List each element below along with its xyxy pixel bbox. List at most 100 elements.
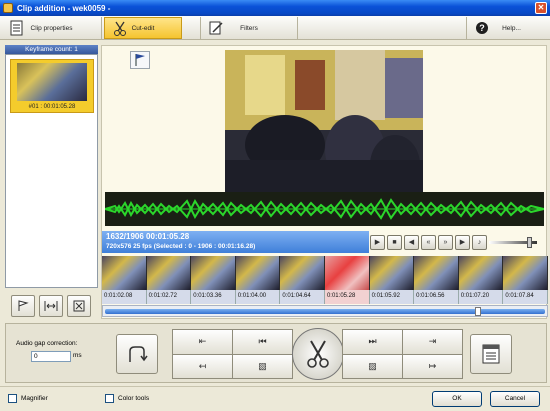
video-frame[interactable] <box>225 50 423 194</box>
cut-controls-panel: Audio gap correction: 0 ms ⇤ ⏮ ↤ ▧ ⏭ ⇥ ▨… <box>5 323 547 383</box>
timeline-tick: 0:01:02.72 <box>146 290 192 304</box>
clip-properties-label: Clip properties <box>30 24 73 32</box>
timeline-tick: 0:01:03.36 <box>191 290 236 304</box>
play-button[interactable]: ▶ <box>370 234 385 250</box>
add-keyframe-button[interactable] <box>11 295 35 317</box>
set-start-button[interactable]: ⇤ <box>173 330 232 354</box>
app-icon <box>3 3 13 13</box>
flag-icon <box>18 300 29 311</box>
magnifier-checkbox-box[interactable] <box>8 394 17 403</box>
delete-keyframe-button[interactable] <box>67 295 91 317</box>
footer-bar: Magnifier Color tools OK Cancel <box>0 386 550 411</box>
rewind-button[interactable]: « <box>421 234 436 250</box>
volume-knob[interactable] <box>527 237 532 248</box>
audio-gap-input[interactable]: 0 <box>31 351 71 362</box>
scroll-thumb[interactable] <box>475 307 481 316</box>
stop-button[interactable]: ■ <box>387 234 402 250</box>
timeline-tick: 0:01:02.08 <box>102 290 147 304</box>
timeline-scrollbar[interactable] <box>102 305 548 317</box>
video-frame-image <box>225 50 423 194</box>
position-info-bar: 1632/1906 00:01:05.28 720x576 25 fps (Se… <box>102 231 369 253</box>
window-title: Clip addition - wek0059 - <box>17 3 111 13</box>
timeline-frame[interactable] <box>458 256 504 290</box>
volume-slider[interactable] <box>489 235 537 249</box>
tab-filters[interactable]: Filters <box>200 17 298 39</box>
audio-waveform[interactable] <box>104 192 545 226</box>
keyframe-buttons <box>5 295 98 319</box>
keyframe-panel: Keyframe count: 1 #01 : 00:01:05.28 <box>5 45 98 320</box>
tab-cut-edit[interactable]: Cut-edit <box>104 17 182 39</box>
timeline-tick: 0:01:06.56 <box>414 290 459 304</box>
undo-button[interactable] <box>116 334 158 374</box>
cut-edit-label: Cut-edit <box>131 24 155 32</box>
flag-button[interactable] <box>130 51 150 69</box>
range-keyframe-button[interactable] <box>39 295 63 317</box>
delete-icon <box>73 300 85 312</box>
timeline-thumbnails <box>102 256 548 290</box>
set-end-button[interactable]: ⇥ <box>403 330 462 354</box>
waveform-graph <box>104 198 545 220</box>
left-cut-grid: ⇤ ⏮ ↤ ▧ <box>172 329 293 379</box>
cancel-button[interactable]: Cancel <box>490 391 540 407</box>
ok-button[interactable]: OK <box>432 391 482 407</box>
audio-gap-unit: ms <box>73 352 82 359</box>
volume-icon[interactable]: ♪ <box>472 234 487 250</box>
keyframe-list[interactable]: #01 : 00:01:05.28 <box>5 54 98 288</box>
magnifier-label: Magnifier <box>21 395 48 402</box>
trim-end-button[interactable]: ▨ <box>343 354 402 378</box>
playback-controls: ▶ ■ ◀ « » ▶ ♪ <box>370 232 546 252</box>
timeline-strip[interactable]: 0:01:02.08 0:01:02.72 0:01:03.36 0:01:04… <box>102 256 548 304</box>
cut-list-button[interactable] <box>470 334 512 374</box>
color-tools-checkbox-box[interactable] <box>105 394 114 403</box>
move-start-left-button[interactable]: ↤ <box>173 354 232 378</box>
timeline-tick-current: 0:01:05.28 <box>324 290 370 304</box>
go-start-button[interactable]: ⏮ <box>233 330 292 354</box>
step-forward-button[interactable]: ▶ <box>455 234 470 250</box>
toolbar: Clip properties Cut-edit Filters ? Help.… <box>0 16 550 40</box>
move-end-right-button[interactable]: ↦ <box>403 354 462 378</box>
timeline-frame[interactable] <box>102 256 147 290</box>
keyframe-label: #01 : 00:01:05.28 <box>28 104 76 110</box>
flag-icon <box>135 54 145 66</box>
scissors-icon <box>307 340 329 368</box>
timeline-tick: 0:01:04.64 <box>280 290 325 304</box>
title-bar: Clip addition - wek0059 - ✕ <box>0 0 550 16</box>
trim-start-button[interactable]: ▧ <box>233 354 292 378</box>
clip-details: 720x576 25 fps (Selected : 0 - 1906 : 00… <box>106 243 256 250</box>
color-tools-checkbox[interactable]: Color tools <box>105 394 149 403</box>
list-document-icon <box>482 344 500 364</box>
timeline-frame[interactable] <box>369 256 415 290</box>
timeline-frame-current[interactable] <box>324 256 370 290</box>
arrows-horizontal-icon <box>44 301 58 311</box>
keyframe-item[interactable]: #01 : 00:01:05.28 <box>10 59 94 113</box>
timeline-ticks: 0:01:02.08 0:01:02.72 0:01:03.36 0:01:04… <box>102 290 548 304</box>
timeline-frame[interactable] <box>146 256 192 290</box>
audio-gap-label: Audio gap correction: <box>16 340 78 347</box>
timeline-tick: 0:01:05.92 <box>369 290 415 304</box>
timeline-frame[interactable] <box>503 256 548 290</box>
clip-properties-button[interactable]: Clip properties <box>2 17 102 39</box>
timeline-tick: 0:01:07.84 <box>503 290 548 304</box>
timeline-frame[interactable] <box>280 256 325 290</box>
frame-position: 1632/1906 00:01:05.28 <box>106 232 190 241</box>
keyframe-thumbnail <box>17 63 87 101</box>
magnifier-checkbox[interactable]: Magnifier <box>8 394 48 403</box>
timeline-tick: 0:01:04.00 <box>235 290 281 304</box>
cut-button[interactable] <box>292 328 344 380</box>
timeline-tick: 0:01:07.20 <box>458 290 504 304</box>
keyframe-count-header: Keyframe count: 1 <box>5 45 98 54</box>
help-button[interactable]: ? Help... <box>466 17 546 39</box>
undo-arrow-icon <box>129 346 148 362</box>
filters-label: Filters <box>240 24 258 32</box>
timeline-frame[interactable] <box>191 256 236 290</box>
help-label: Help... <box>502 24 521 32</box>
fast-forward-button[interactable]: » <box>438 234 453 250</box>
close-button[interactable]: ✕ <box>535 2 547 14</box>
timeline-frame[interactable] <box>414 256 459 290</box>
right-cut-grid: ⏭ ⇥ ▨ ↦ <box>342 329 463 379</box>
go-end-button[interactable]: ⏭ <box>343 330 402 354</box>
color-tools-label: Color tools <box>118 395 150 402</box>
timeline-frame[interactable] <box>235 256 281 290</box>
step-back-button[interactable]: ◀ <box>404 234 419 250</box>
preview-panel: 1632/1906 00:01:05.28 720x576 25 fps (Se… <box>101 45 548 319</box>
